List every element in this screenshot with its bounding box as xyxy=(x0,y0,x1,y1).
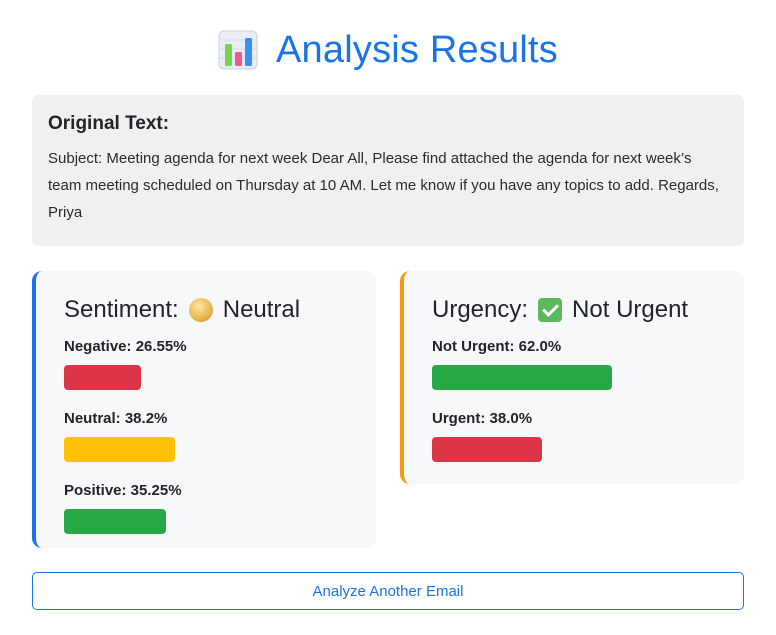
positive-bar xyxy=(64,509,167,534)
neutral-face-icon xyxy=(188,298,213,322)
not-urgent-metric: Not Urgent: 62.0% xyxy=(432,337,716,390)
urgent-label: Urgent: 38.0% xyxy=(432,410,533,427)
page-header: Analysis Results xyxy=(0,24,776,76)
urgent-bar xyxy=(432,437,543,462)
analyze-another-button[interactable]: Analyze Another Email xyxy=(32,572,744,610)
negative-bar xyxy=(64,365,141,390)
check-mark-icon xyxy=(538,298,563,322)
neutral-bar xyxy=(64,437,175,462)
bar-chart-icon xyxy=(218,30,258,70)
positive-metric: Positive: 35.25% xyxy=(64,481,348,534)
original-text-panel: Original Text: Subject: Meeting agenda f… xyxy=(32,95,744,246)
positive-label: Positive: 35.25% xyxy=(64,482,182,499)
urgency-heading: Urgency: Not Urgent xyxy=(432,295,716,325)
neutral-label: Neutral: 38.2% xyxy=(64,410,168,427)
sentiment-card: Sentiment: Neutral Negative: 26.55% Neut… xyxy=(32,271,376,548)
sentiment-heading: Sentiment: Neutral xyxy=(64,295,348,325)
negative-metric: Negative: 26.55% xyxy=(64,337,348,390)
urgency-label: Urgency: xyxy=(432,296,529,323)
negative-label: Negative: 26.55% xyxy=(64,338,187,355)
urgency-card: Urgency: Not Urgent Not Urgent: 62.0% Ur… xyxy=(400,271,744,484)
original-text-body: Subject: Meeting agenda for next week De… xyxy=(48,150,719,221)
not-urgent-label: Not Urgent: 62.0% xyxy=(432,338,562,355)
page-title: Analysis Results xyxy=(276,28,558,71)
sentiment-label: Sentiment: xyxy=(64,296,179,323)
sentiment-result: Neutral xyxy=(222,296,301,323)
not-urgent-bar xyxy=(432,365,612,390)
neutral-metric: Neutral: 38.2% xyxy=(64,409,348,462)
original-text-heading: Original Text: xyxy=(48,113,170,134)
urgent-metric: Urgent: 38.0% xyxy=(432,409,716,462)
urgency-result: Not Urgent xyxy=(572,296,689,323)
